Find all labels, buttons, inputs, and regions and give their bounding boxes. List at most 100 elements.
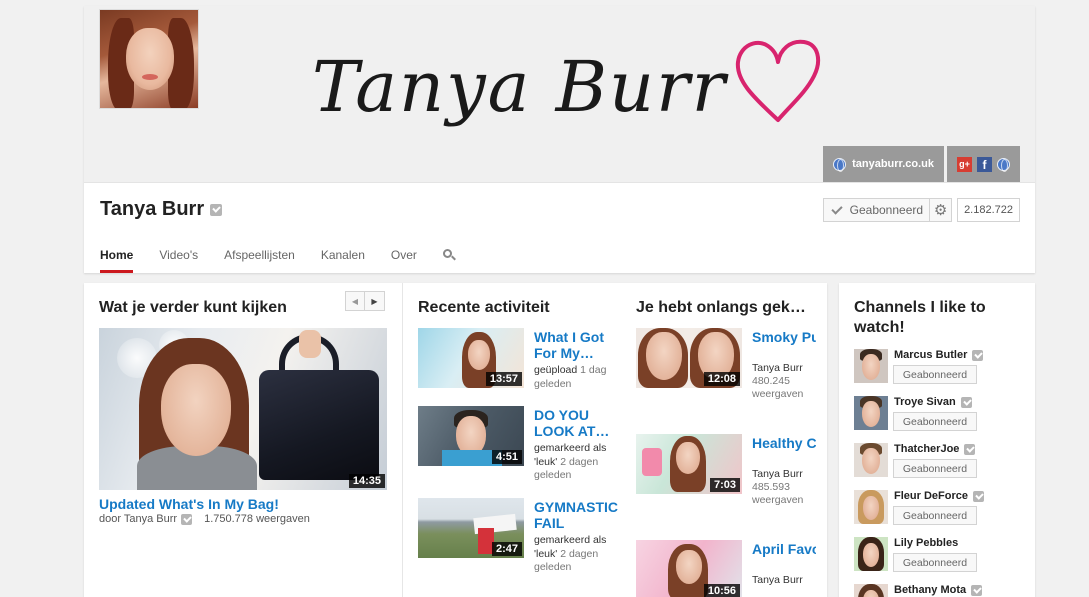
video-duration: 2:47 — [491, 542, 522, 556]
recent-meta: Tanya Burr 485.593 weergaven — [752, 468, 804, 506]
feature-video-thumbnail[interactable]: 14:35 — [99, 328, 387, 490]
facebook-icon[interactable]: f — [977, 156, 992, 172]
check-icon — [830, 202, 843, 215]
recent-thumbnail[interactable]: 7:03 — [636, 434, 742, 494]
recent-title[interactable]: Smoky Purpl… — [752, 329, 816, 345]
featured-channels-title: Channels I like to watch! — [854, 299, 986, 336]
website-link-label: tanyaburr.co.uk — [852, 158, 934, 170]
verified-icon — [181, 513, 193, 525]
social-links: g+ f — [947, 146, 1020, 182]
verified-icon — [960, 396, 972, 408]
globe-icon — [833, 157, 847, 172]
subscribe-button[interactable]: Geabonneerd — [893, 459, 977, 478]
verified-icon — [972, 349, 984, 361]
subscribe-group: Geabonneerd ⚙ 2.182.722 — [822, 198, 1020, 222]
channel-title: Tanya Burr — [100, 198, 223, 221]
channel-avatar[interactable] — [99, 9, 199, 109]
video-duration: 13:57 — [485, 372, 522, 386]
activity-thumbnail[interactable]: 13:57 — [418, 328, 524, 388]
channel-item: Fleur DeForce Geabonneerd — [854, 490, 1024, 530]
activity-item: 4:51 DO YOU LOOK AT… gemarkeerd als 'leu… — [418, 406, 610, 481]
verified-icon — [972, 490, 984, 502]
recent-thumbnail[interactable]: 10:56 — [636, 540, 742, 597]
channel-tabs: Home Video's Afspeellijsten Kanalen Over — [100, 248, 481, 273]
feature-section-title: Wat je verder kunt kijken — [99, 299, 287, 316]
tab-videos[interactable]: Video's — [159, 248, 198, 273]
globe-icon[interactable] — [997, 157, 1010, 172]
channel-name[interactable]: Marcus Butler — [894, 349, 984, 361]
verified-icon — [971, 584, 983, 596]
activity-thumbnail[interactable]: 2:47 — [418, 498, 524, 558]
gear-icon[interactable]: ⚙ — [930, 198, 953, 222]
activity-item: 2:47 GYMNASTIC FAIL gemarkeerd als 'leuk… — [418, 498, 618, 573]
avatar[interactable] — [854, 584, 888, 597]
subscriber-count: 2.182.722 — [957, 198, 1020, 222]
column-divider — [402, 283, 403, 597]
video-duration: 12:08 — [703, 372, 740, 386]
main-content: Wat je verder kunt kijken ◀ ▶ 14:35 Upda… — [84, 283, 827, 597]
search-icon — [442, 249, 456, 261]
avatar[interactable] — [854, 443, 888, 477]
verified-icon — [210, 203, 223, 216]
pager-next-button[interactable]: ▶ — [365, 291, 385, 311]
tab-home[interactable]: Home — [100, 248, 134, 273]
channel-name[interactable]: ThatcherJoe — [894, 443, 976, 455]
channel-item: Bethany Mota — [854, 584, 1024, 597]
avatar[interactable] — [854, 490, 888, 524]
channel-header: Tanya Burr tanyaburr.co.uk g+ f Tanya Bu… — [84, 6, 1035, 273]
recent-meta: Tanya Burr — [752, 574, 803, 586]
subscribe-button[interactable]: Geabonneerd — [893, 365, 977, 384]
recent-thumbnail[interactable]: 12:08 — [636, 328, 742, 388]
verified-icon — [964, 443, 976, 455]
channel-item: Troye Sivan Geabonneerd — [854, 396, 1024, 436]
avatar[interactable] — [854, 396, 888, 430]
tab-about[interactable]: Over — [391, 248, 417, 273]
channel-name[interactable]: Fleur DeForce — [894, 490, 984, 502]
tab-search[interactable] — [442, 248, 456, 273]
channel-name[interactable]: Troye Sivan — [894, 396, 972, 408]
heart-icon — [735, 39, 821, 122]
avatar[interactable] — [854, 349, 888, 383]
tab-channels[interactable]: Kanalen — [321, 248, 365, 273]
subscribe-button[interactable]: Geabonneerd — [893, 412, 977, 431]
activity-section-title: Recente activiteit — [418, 299, 550, 316]
activity-meta: gemarkeerd als 'leuk' 2 dagen geleden — [534, 534, 607, 573]
recent-title[interactable]: April Favo… — [752, 541, 816, 557]
feature-video-meta: door Tanya Burr 1.750.778 weergaven — [99, 513, 310, 525]
google-plus-icon[interactable]: g+ — [957, 156, 972, 172]
recent-section-title: Je hebt onlangs gek… — [636, 299, 806, 316]
channel-item: Lily Pebbles Geabonneerd — [854, 537, 1024, 577]
channel-name[interactable]: Bethany Mota — [894, 584, 983, 596]
feature-pager: ◀ ▶ — [345, 291, 385, 311]
featured-channels: Channels I like to watch! Marcus Butler … — [839, 283, 1035, 597]
activity-title[interactable]: What I Got For My… — [534, 329, 610, 361]
banner-links: tanyaburr.co.uk g+ f — [823, 146, 1020, 182]
video-duration: 10:56 — [703, 584, 740, 597]
feature-video-views: 1.750.778 weergaven — [204, 513, 310, 525]
activity-meta: geüpload 1 dag geleden — [534, 364, 607, 390]
video-duration: 7:03 — [709, 478, 740, 492]
channel-item: ThatcherJoe Geabonneerd — [854, 443, 1024, 483]
activity-title[interactable]: DO YOU LOOK AT… — [534, 407, 610, 439]
activity-meta: gemarkeerd als 'leuk' 2 dagen geleden — [534, 442, 607, 481]
subscribe-button[interactable]: Geabonneerd — [822, 198, 931, 222]
video-duration: 14:35 — [348, 474, 385, 488]
tab-playlists[interactable]: Afspeellijsten — [224, 248, 295, 273]
pager-prev-button[interactable]: ◀ — [345, 291, 365, 311]
subscribe-button[interactable]: Geabonneerd — [893, 553, 977, 572]
channel-name: Tanya Burr — [100, 198, 205, 220]
subscribe-button[interactable]: Geabonneerd — [893, 506, 977, 525]
feature-video-author[interactable]: door Tanya Burr — [99, 513, 177, 525]
channel-item: Marcus Butler Geabonneerd — [854, 349, 1024, 389]
recent-title[interactable]: Healthy Choc… — [752, 435, 816, 451]
activity-title[interactable]: GYMNASTIC FAIL — [534, 499, 618, 531]
website-link[interactable]: tanyaburr.co.uk — [823, 146, 944, 182]
banner-logo: Tanya Burr — [312, 36, 832, 146]
activity-thumbnail[interactable]: 4:51 — [418, 406, 524, 466]
subscribe-label: Geabonneerd — [849, 203, 924, 217]
video-duration: 4:51 — [491, 450, 522, 464]
feature-video-title[interactable]: Updated What's In My Bag! — [99, 496, 279, 512]
channel-name[interactable]: Lily Pebbles — [894, 537, 958, 549]
recent-meta: Tanya Burr 480.245 weergaven — [752, 362, 804, 400]
avatar[interactable] — [854, 537, 888, 571]
